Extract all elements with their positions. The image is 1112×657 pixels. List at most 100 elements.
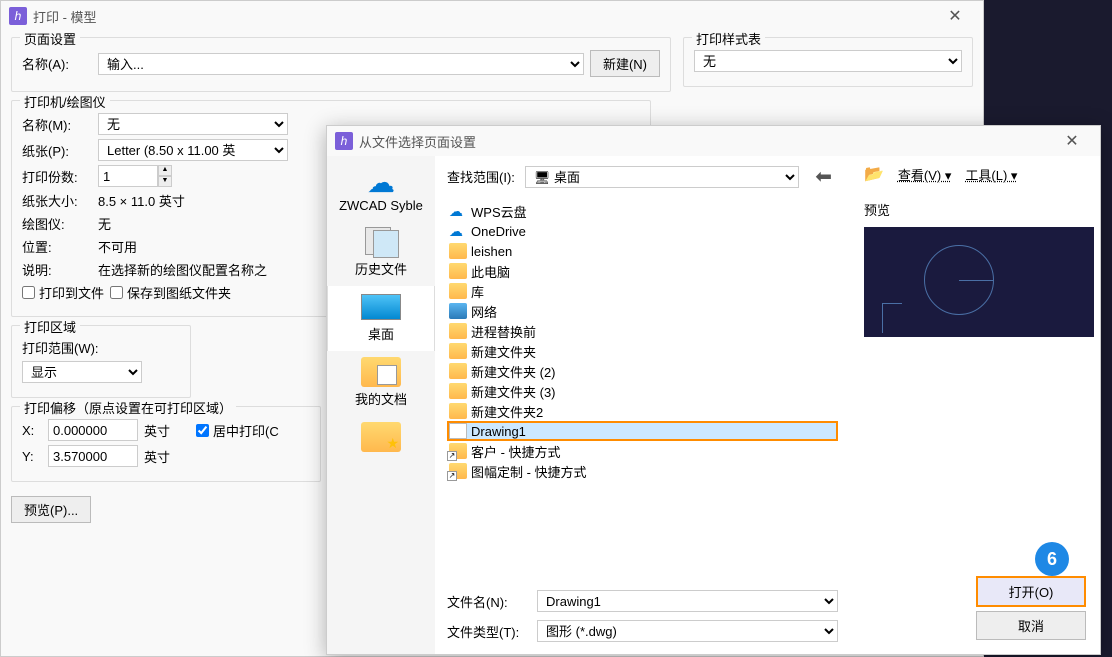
shortcut-icon (449, 463, 467, 479)
file-dialog-title: 从文件选择页面设置 (359, 132, 476, 151)
sidebar-desktop[interactable]: 桌面 (327, 286, 435, 351)
file-item-label: WPS云盘 (471, 202, 527, 221)
desc-value: 在选择新的绘图仪配置名称之 (98, 260, 267, 279)
sidebar-item-label: 历史文件 (327, 259, 435, 278)
file-item[interactable]: 图幅定制 - 快捷方式 (447, 461, 838, 481)
file-item[interactable]: 客户 - 快捷方式 (447, 441, 838, 461)
folder-icon (449, 383, 467, 399)
file-item[interactable]: 新建文件夹 (447, 341, 838, 361)
file-list[interactable]: ☁WPS云盘☁OneDriveleishen此电脑库网络进程替换前新建文件夹新建… (447, 197, 838, 586)
desktop-icon (361, 294, 401, 320)
plotter-label: 绘图仪: (22, 214, 92, 233)
center-print-checkbox[interactable]: 居中打印(C (196, 421, 279, 440)
y-label: Y: (22, 449, 42, 464)
file-dialog-right: 📂 查看(V) ▾ 工具(L) ▾ 预览 打开(O) 取消 (850, 156, 1100, 654)
printer-name-select[interactable]: 无 (98, 113, 288, 135)
preview-button[interactable]: 预览(P)... (11, 496, 91, 523)
lookin-select[interactable]: 🖥 桌面 (525, 166, 799, 188)
folder-icon (449, 323, 467, 339)
file-item[interactable]: Drawing1 (447, 421, 838, 441)
tools-menu[interactable]: 工具(L) ▾ (965, 165, 1017, 184)
file-item-label: 库 (471, 282, 484, 301)
file-dialog-titlebar: h 从文件选择页面设置 ✕ (327, 126, 1100, 156)
open-button[interactable]: 打开(O) (976, 576, 1086, 607)
page-setup-group: 页面设置 名称(A): 输入... 新建(N) (11, 37, 671, 92)
file-item-label: 新建文件夹 (2) (471, 362, 556, 381)
shortcut-icon (449, 443, 467, 459)
sidebar-documents[interactable]: 我的文档 (327, 351, 435, 416)
file-item-label: 此电脑 (471, 262, 510, 281)
sidebar-favorites[interactable] (327, 416, 435, 462)
documents-icon (361, 357, 401, 387)
view-menu[interactable]: 查看(V) ▾ (898, 165, 951, 184)
folder-icon (449, 403, 467, 419)
preview-thumbnail (864, 227, 1094, 337)
print-to-file-checkbox[interactable]: 打印到文件 (22, 283, 104, 302)
close-icon[interactable]: ✕ (935, 2, 975, 30)
file-icon (449, 423, 467, 439)
name-label: 名称(A): (22, 54, 92, 73)
copies-input[interactable] (98, 165, 158, 187)
file-toolbar: 查找范围(I): 🖥 桌面 ⬅ (447, 164, 838, 189)
back-arrow-icon[interactable]: ⬅ (809, 164, 838, 189)
file-dialog-main: 查找范围(I): 🖥 桌面 ⬅ ☁WPS云盘☁OneDriveleishen此电… (435, 156, 850, 654)
spin-up-icon[interactable]: ▲ (158, 165, 172, 176)
spin-down-icon[interactable]: ▼ (158, 176, 172, 187)
lookin-label: 查找范围(I): (447, 167, 515, 186)
file-item[interactable]: 网络 (447, 301, 838, 321)
style-table-select[interactable]: 无 (694, 50, 962, 72)
file-item[interactable]: leishen (447, 241, 838, 261)
print-area-group: 打印区域 打印范围(W): 显示 (11, 325, 191, 398)
file-item[interactable]: ☁ OneDrive (447, 221, 838, 241)
file-item-label: leishen (471, 244, 512, 259)
desc-label: 说明: (22, 260, 92, 279)
paper-select[interactable]: Letter (8.50 x 11.00 英 (98, 139, 288, 161)
folder-icon (449, 363, 467, 379)
file-item[interactable]: 新建文件夹 (2) (447, 361, 838, 381)
file-item-label: 网络 (471, 302, 497, 321)
cloud-icon: ☁ (449, 223, 467, 239)
file-dialog-body: ☁ ZWCAD Syble 历史文件 桌面 我的文档 查找范围(I): (327, 156, 1100, 654)
plotter-value: 无 (98, 214, 111, 233)
papersize-value: 8.5 × 11.0 英寸 (98, 191, 185, 210)
cancel-button[interactable]: 取消 (976, 611, 1086, 640)
print-titlebar: h 打印 - 模型 ✕ (1, 1, 983, 31)
file-item[interactable]: 此电脑 (447, 261, 838, 281)
file-item-label: Drawing1 (471, 424, 526, 439)
file-item[interactable]: 新建文件夹 (3) (447, 381, 838, 401)
sidebar-syble[interactable]: ☁ ZWCAD Syble (327, 164, 435, 221)
filetype-select[interactable]: 图形 (*.dwg) (537, 620, 838, 642)
cloud-icon: ☁ (361, 170, 401, 196)
cloud-icon: ☁ (449, 203, 467, 219)
range-select[interactable]: 显示 (22, 361, 142, 383)
filename-input[interactable]: Drawing1 (537, 590, 838, 612)
app-icon: h (335, 132, 353, 150)
style-legend: 打印样式表 (692, 29, 765, 48)
papersize-label: 纸张大小: (22, 191, 92, 210)
file-item[interactable]: ☁WPS云盘 (447, 201, 838, 221)
sidebar-item-label: 我的文档 (327, 389, 435, 408)
folder-open-icon[interactable]: 📂 (864, 164, 884, 184)
file-item-label: 图幅定制 - 快捷方式 (471, 462, 587, 481)
file-item[interactable]: 新建文件夹2 (447, 401, 838, 421)
file-item[interactable]: 进程替换前 (447, 321, 838, 341)
range-label: 打印范围(W): (22, 338, 99, 357)
printer-legend: 打印机/绘图仪 (20, 92, 110, 111)
file-item[interactable]: 库 (447, 281, 838, 301)
new-button[interactable]: 新建(N) (590, 50, 660, 77)
file-item-label: OneDrive (471, 224, 526, 239)
filename-row: 文件名(N): Drawing1 (447, 586, 838, 616)
folder-icon (449, 343, 467, 359)
close-icon[interactable]: ✕ (1052, 127, 1092, 155)
x-input[interactable] (48, 419, 138, 441)
copies-spinner[interactable]: ▲▼ (98, 165, 172, 187)
offset-legend: 打印偏移（原点设置在可打印区域） (20, 398, 236, 417)
sidebar-history[interactable]: 历史文件 (327, 221, 435, 286)
paper-label: 纸张(P): (22, 141, 92, 160)
file-item-label: 新建文件夹2 (471, 402, 543, 421)
save-to-folder-checkbox[interactable]: 保存到图纸文件夹 (110, 283, 231, 302)
y-input[interactable] (48, 445, 138, 467)
folder-icon (449, 263, 467, 279)
page-setup-name-select[interactable]: 输入... (98, 53, 584, 75)
print-title: 打印 - 模型 (33, 7, 97, 26)
